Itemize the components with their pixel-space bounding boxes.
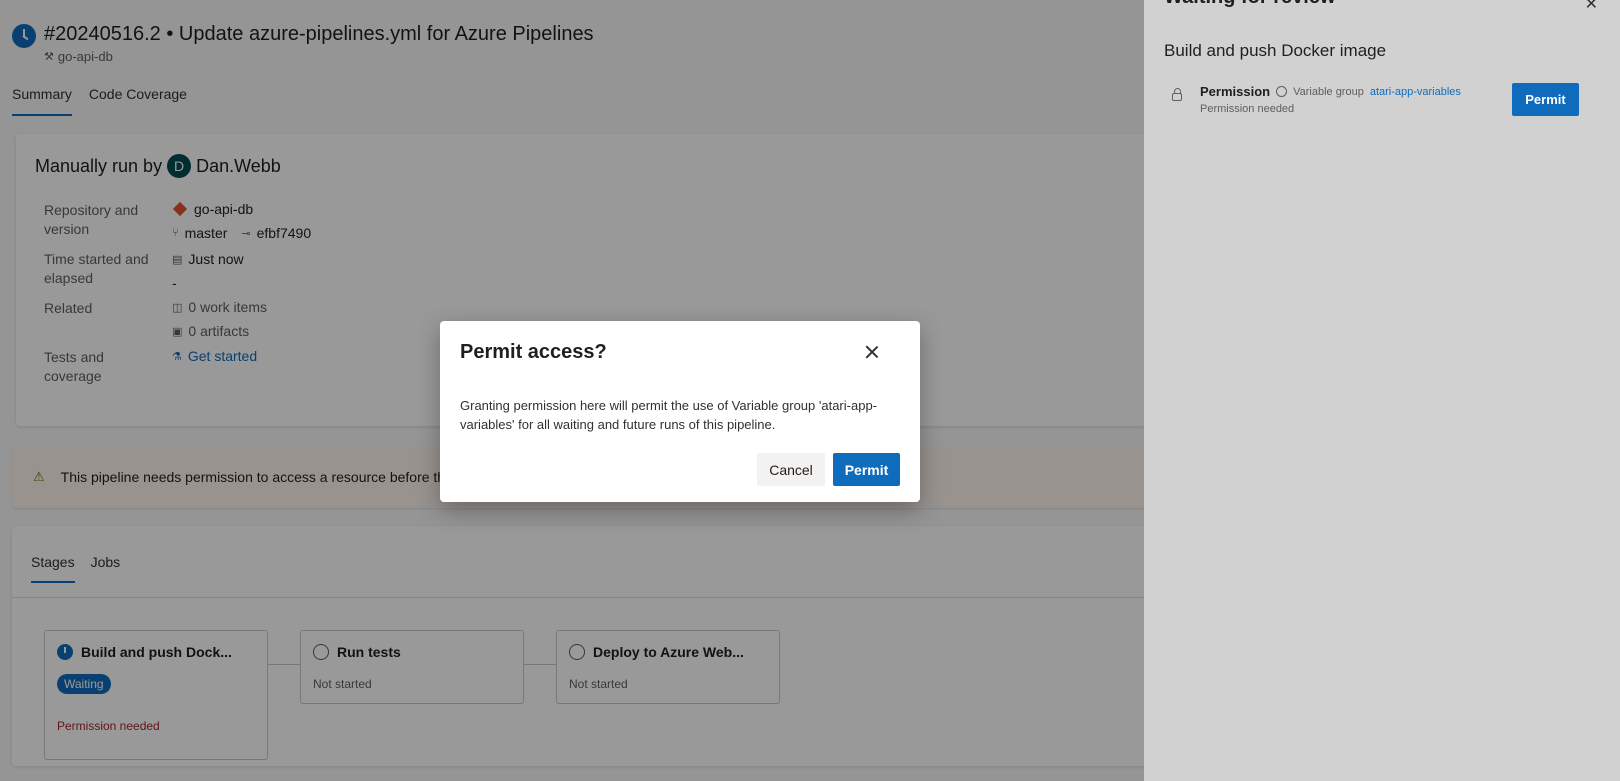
dialog-body: Granting permission here will permit the… [460, 398, 877, 432]
close-icon[interactable] [865, 345, 879, 359]
lock-icon [1172, 88, 1182, 101]
permission-status: Permission needed [1200, 103, 1295, 115]
permission-label: Permission [1200, 84, 1271, 99]
permit-access-dialog: Permit access? Granting permission here … [440, 321, 920, 502]
permit-button[interactable]: Permit [833, 453, 900, 486]
info-icon[interactable] [1276, 86, 1288, 97]
panel-section-title: Build and push Docker image [1164, 41, 1387, 60]
review-panel: Waiting for review ✕ Build and push Dock… [1144, 0, 1620, 781]
resource-link[interactable]: atari-app-variables [1370, 86, 1461, 98]
panel-permit-button[interactable]: Permit [1512, 83, 1579, 116]
cancel-button[interactable]: Cancel [757, 453, 825, 486]
resource-type: Variable group [1293, 85, 1364, 98]
close-icon[interactable]: ✕ [1585, 0, 1598, 14]
panel-title: Waiting for review [1164, 0, 1336, 9]
dialog-title: Permit access? [460, 341, 607, 363]
